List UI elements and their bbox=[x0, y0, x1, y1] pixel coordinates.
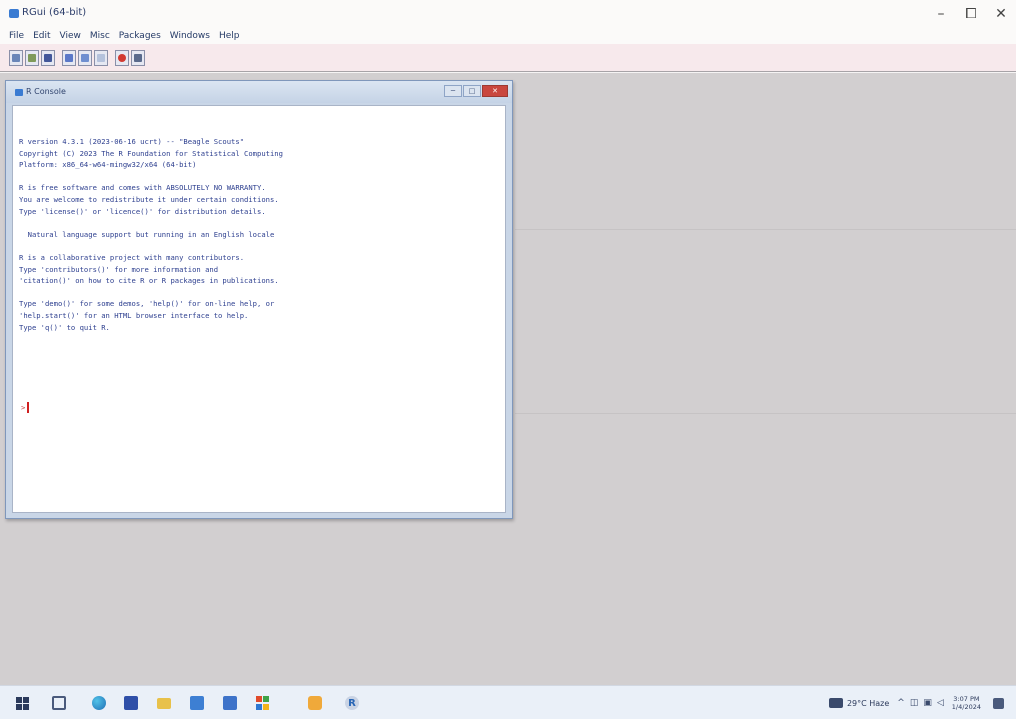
volume-icon[interactable]: ◁ bbox=[937, 698, 944, 708]
toolbar bbox=[0, 44, 1016, 72]
store-icon[interactable] bbox=[124, 696, 138, 710]
photos-icon[interactable] bbox=[223, 696, 237, 710]
window-controls: – ⧠ ✕ bbox=[926, 0, 1016, 27]
notification-center-icon[interactable] bbox=[993, 697, 1004, 709]
files-app-icon[interactable] bbox=[308, 696, 322, 710]
load-workspace-button[interactable] bbox=[25, 49, 39, 66]
r-taskbar-icon[interactable]: R bbox=[345, 696, 359, 710]
title-bar: RGui (64-bit) – ⧠ ✕ bbox=[0, 0, 1016, 27]
app-window: RGui (64-bit) – ⧠ ✕ File Edit View Misc … bbox=[0, 0, 1016, 719]
close-button[interactable]: ✕ bbox=[986, 0, 1016, 27]
copy-paste-icon bbox=[97, 53, 105, 62]
stop-icon bbox=[118, 53, 126, 62]
open-script-icon bbox=[12, 53, 20, 62]
menu-misc[interactable]: Misc bbox=[90, 31, 110, 41]
console-prompt-line[interactable]: > bbox=[21, 402, 30, 413]
console-title-bar[interactable]: R Console ─ □ ✕ bbox=[6, 81, 512, 103]
save-workspace-button[interactable] bbox=[41, 49, 55, 66]
tray-chevron-icon[interactable]: ^ bbox=[897, 698, 905, 708]
clock-date: 1/4/2024 bbox=[951, 703, 981, 711]
clock[interactable]: 3:07 PM 1/4/2024 bbox=[952, 695, 981, 711]
load-workspace-icon bbox=[28, 53, 36, 62]
taskbar: R 29°C Haze ^ ◫ ▣ ◁ 3:07 PM 1/4/2024 bbox=[0, 685, 1016, 719]
minimize-button[interactable]: – bbox=[926, 0, 956, 27]
r-console-icon bbox=[15, 89, 23, 96]
copy-button[interactable] bbox=[62, 49, 76, 66]
office-icon[interactable] bbox=[256, 696, 270, 710]
console-title: R Console bbox=[26, 87, 66, 96]
paste-icon bbox=[81, 53, 89, 62]
window-title: RGui (64-bit) bbox=[22, 7, 87, 18]
menu-windows[interactable]: Windows bbox=[170, 31, 210, 41]
menu-help[interactable]: Help bbox=[219, 31, 240, 41]
file-explorer-icon[interactable] bbox=[157, 698, 171, 709]
console-maximize-button[interactable]: □ bbox=[463, 85, 481, 97]
console-close-button[interactable]: ✕ bbox=[482, 85, 508, 97]
edge-browser-icon[interactable] bbox=[92, 696, 106, 710]
menu-bar: File Edit View Misc Packages Windows Hel… bbox=[0, 27, 1016, 44]
menu-file[interactable]: File bbox=[9, 31, 24, 41]
menu-packages[interactable]: Packages bbox=[119, 31, 161, 41]
menu-edit[interactable]: Edit bbox=[33, 31, 50, 41]
console-output-area[interactable]: R version 4.3.1 (2023-06-16 ucrt) -- "Be… bbox=[12, 105, 506, 513]
copy-icon bbox=[65, 53, 73, 62]
workspace-divider bbox=[515, 413, 1016, 414]
r-app-icon bbox=[9, 9, 19, 18]
stop-button[interactable] bbox=[115, 49, 129, 66]
prompt-symbol: > bbox=[21, 403, 26, 412]
save-icon bbox=[44, 53, 52, 62]
print-icon bbox=[134, 53, 142, 62]
console-startup-text: R version 4.3.1 (2023-06-16 ucrt) -- "Be… bbox=[19, 137, 283, 332]
console-minimize-button[interactable]: ─ bbox=[444, 85, 462, 97]
console-window-controls: ─ □ ✕ bbox=[443, 85, 508, 97]
paste-button[interactable] bbox=[78, 49, 92, 66]
menu-view[interactable]: View bbox=[60, 31, 81, 41]
text-cursor bbox=[27, 402, 30, 413]
network-icon[interactable]: ◫ bbox=[910, 698, 919, 708]
copy-paste-button[interactable] bbox=[94, 49, 108, 66]
mail-icon[interactable] bbox=[190, 696, 204, 710]
maximize-button[interactable]: ⧠ bbox=[956, 0, 986, 27]
open-script-button[interactable] bbox=[9, 49, 23, 66]
weather-text[interactable]: 29°C Haze bbox=[847, 699, 889, 708]
system-tray: 29°C Haze ^ ◫ ▣ ◁ 3:07 PM 1/4/2024 bbox=[828, 686, 1016, 719]
workspace-divider bbox=[515, 229, 1016, 230]
task-view-icon[interactable] bbox=[52, 696, 66, 710]
print-button[interactable] bbox=[131, 49, 145, 66]
r-console-window: R Console ─ □ ✕ R version 4.3.1 (2023-06… bbox=[5, 80, 513, 519]
weather-icon[interactable] bbox=[828, 698, 843, 708]
windows-start-icon[interactable] bbox=[16, 697, 29, 710]
clock-time: 3:07 PM bbox=[953, 695, 980, 703]
battery-icon[interactable]: ▣ bbox=[923, 698, 932, 708]
